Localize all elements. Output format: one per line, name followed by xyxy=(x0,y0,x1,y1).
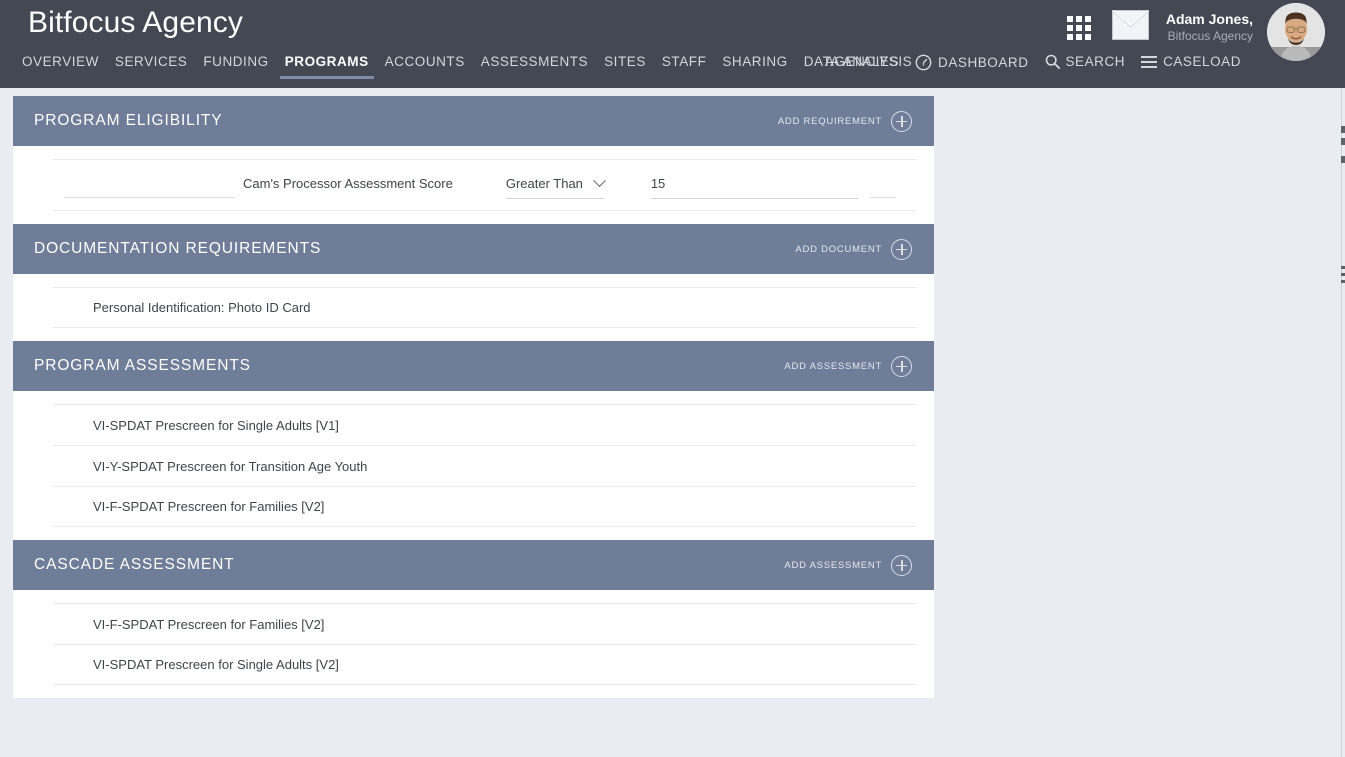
plus-circle-icon xyxy=(891,355,912,377)
page-body: Program Eligibility Add Requirement Cam's … xyxy=(0,88,1345,757)
nav-item-sharing[interactable]: SHARING xyxy=(714,54,795,79)
panel-program-eligibility: Program Eligibility Add Requirement Cam's … xyxy=(13,96,934,224)
panel-body-program-assessments: VI-SPDAT Prescreen for Single Adults [V1… xyxy=(13,391,934,540)
nav-item-caseload[interactable]: CASELOAD xyxy=(1133,54,1249,79)
nav-item-assessments[interactable]: ASSESSMENTS xyxy=(473,54,596,79)
list-item-label: VI-F-SPDAT Prescreen for Families [V2] xyxy=(93,616,325,632)
brand-title: Bitfocus Agency xyxy=(28,6,243,39)
panel-title: Program Assessments xyxy=(34,357,251,374)
add-program-assessments-button[interactable]: Add Assessment xyxy=(784,355,912,377)
panel-header-cascade-assessment: Cascade Assessment Add Assessment xyxy=(13,540,934,590)
plus-circle-icon xyxy=(891,110,912,132)
panel-cascade-assessment: Cascade Assessment Add Assessment VI-F-SPD… xyxy=(13,540,934,698)
panel-header-documentation-requirements: Documentation Requirements Add Document xyxy=(13,224,934,274)
eligibility-criterion-label: Cam's Processor Assessment Score xyxy=(243,175,453,191)
scrollbar-edge[interactable] xyxy=(1341,88,1345,757)
nav-item-accounts[interactable]: ACCOUNTS xyxy=(377,54,473,79)
add-cascade-assessment-button[interactable]: Add Assessment xyxy=(784,554,912,576)
primary-navigation: OVERVIEW SERVICES FUNDING PROGRAMS ACCOUNTS A… xyxy=(14,54,920,79)
panels-container: Program Eligibility Add Requirement Cam's … xyxy=(13,96,934,698)
magnifier-icon xyxy=(1045,54,1060,69)
nav-item-label: CASELOAD xyxy=(1163,54,1241,69)
add-button-label: Add Requirement xyxy=(777,115,882,127)
add-documentation-requirements-button[interactable]: Add Document xyxy=(795,238,912,260)
user-organization: Bitfocus Agency xyxy=(1167,28,1253,43)
list-item-label: VI-SPDAT Prescreen for Single Adults [V1… xyxy=(93,417,339,433)
panel-title: Cascade Assessment xyxy=(34,556,235,573)
secondary-navigation: AGENCIES DASHBOARD SEARCH CASELOAD xyxy=(817,54,1249,81)
nav-item-services[interactable]: SERVICES xyxy=(107,54,195,79)
envelope-icon[interactable] xyxy=(1112,10,1149,40)
speedometer-icon xyxy=(915,54,932,71)
panel-body-cascade-assessment: VI-F-SPDAT Prescreen for Families [V2] VI… xyxy=(13,590,934,698)
nav-item-overview[interactable]: OVERVIEW xyxy=(14,54,107,79)
add-button-label: Add Assessment xyxy=(784,360,882,372)
list-item-label: VI-Y-SPDAT Prescreen for Transition Age … xyxy=(93,458,368,474)
top-header-bar: Bitfocus Agency OVERVIEW SERVICES FUNDING P… xyxy=(0,0,1345,88)
list-item-label: VI-SPDAT Prescreen for Single Adults [V2… xyxy=(93,657,339,672)
plus-circle-icon xyxy=(891,554,912,576)
panel-header-program-eligibility: Program Eligibility Add Requirement xyxy=(13,96,934,146)
list-item[interactable]: VI-F-SPDAT Prescreen for Families [V2] xyxy=(53,603,916,644)
operator-select[interactable]: Greater Than xyxy=(505,171,606,199)
hamburger-icon xyxy=(1141,55,1158,68)
nav-item-staff[interactable]: STAFF xyxy=(654,54,715,79)
add-button-label: Add Assessment xyxy=(784,559,882,571)
nav-item-programs[interactable]: PROGRAMS xyxy=(277,54,377,79)
threshold-value-input[interactable]: 15 xyxy=(650,171,858,199)
list-item-label: VI-F-SPDAT Prescreen for Families [V2] xyxy=(93,499,325,514)
panel-title: Program Eligibility xyxy=(34,112,223,129)
eligibility-row: Cam's Processor Assessment Score Greater … xyxy=(53,159,916,211)
eligibility-trailing-field[interactable] xyxy=(869,172,896,198)
panel-title: Documentation Requirements xyxy=(34,240,322,257)
nav-item-sites[interactable]: SITES xyxy=(596,54,654,79)
nav-item-label: AGENCIES xyxy=(824,54,900,69)
list-item[interactable]: VI-Y-SPDAT Prescreen for Transition Age … xyxy=(53,445,916,486)
user-name: Adam Jones, xyxy=(1165,11,1253,27)
nav-item-label: SEARCH xyxy=(1065,54,1126,69)
list-item[interactable]: VI-F-SPDAT Prescreen for Families [V2] xyxy=(53,486,916,527)
grid-apps-icon[interactable] xyxy=(1065,14,1093,42)
user-info[interactable]: Adam Jones, Bitfocus Agency xyxy=(1166,11,1253,44)
nav-item-search[interactable]: SEARCH xyxy=(1037,54,1134,79)
panel-documentation-requirements: Documentation Requirements Add Document Pe… xyxy=(13,224,934,341)
threshold-value: 15 xyxy=(650,175,666,191)
panel-program-assessments: Program Assessments Add Assessment VI-SPDA… xyxy=(13,341,934,540)
avatar[interactable] xyxy=(1267,3,1325,61)
nav-item-funding[interactable]: FUNDING xyxy=(195,54,276,79)
nav-item-dashboard[interactable]: DASHBOARD xyxy=(907,54,1036,81)
list-item-label: Personal Identification: Photo ID Card xyxy=(93,300,311,315)
panel-body-program-eligibility: Cam's Processor Assessment Score Greater … xyxy=(13,146,934,224)
nav-item-label: DASHBOARD xyxy=(938,55,1029,70)
list-item[interactable]: Personal Identification: Photo ID Card xyxy=(53,287,916,328)
list-item[interactable]: VI-SPDAT Prescreen for Single Adults [V1… xyxy=(53,404,916,445)
panel-header-program-assessments: Program Assessments Add Assessment xyxy=(13,341,934,391)
add-program-eligibility-button[interactable]: Add Requirement xyxy=(777,110,912,132)
panel-body-documentation-requirements: Personal Identification: Photo ID Card xyxy=(13,274,934,341)
list-item[interactable]: VI-SPDAT Prescreen for Single Adults [V2… xyxy=(53,644,916,685)
nav-item-agencies[interactable]: AGENCIES xyxy=(817,54,907,79)
add-button-label: Add Document xyxy=(795,243,882,255)
operator-value: Greater Than xyxy=(505,175,583,191)
plus-circle-icon xyxy=(891,238,912,260)
eligibility-blank-field[interactable] xyxy=(65,172,235,198)
chevron-down-icon xyxy=(592,173,606,187)
